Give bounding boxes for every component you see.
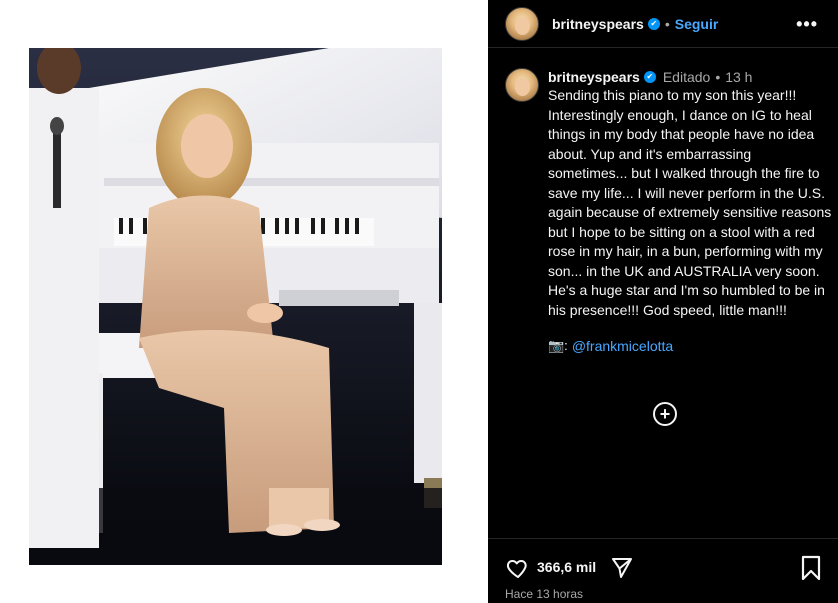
post-image[interactable] [29,48,442,565]
follow-button[interactable]: Seguir [675,16,719,32]
post-time[interactable]: 13 h [725,69,752,85]
author-username[interactable]: britneyspears [552,16,644,32]
post-age: Hace 13 horas [505,587,584,601]
plus-circle-icon[interactable]: + [653,402,677,426]
caption-block: britneyspears ✔ Editado • 13 h Sending t… [548,68,833,354]
caption-text: Sending this piano to my son this year!!… [548,87,836,318]
heart-icon[interactable] [505,556,531,580]
more-options-icon[interactable]: ••• [796,14,818,35]
credit-handle-link[interactable]: @frankmicelotta [572,338,673,354]
camera-icon: 📷: [548,338,568,353]
header-dot-separator: • [664,15,670,32]
edited-label: Editado [662,69,711,85]
post-header: britneyspears ✔ • Seguir ••• [488,0,838,48]
caption-dot-separator: • [715,69,721,85]
post-panel: britneyspears ✔ • Seguir ••• britneyspea… [488,0,838,603]
photo-pane [0,0,488,603]
post-image-art [29,48,442,565]
verified-badge-icon: ✔ [643,71,656,83]
caption-header: britneyspears ✔ Editado • 13 h [548,68,833,86]
like-count[interactable]: 366,6 mil [537,559,596,575]
bookmark-icon[interactable] [800,555,822,581]
paper-plane-icon[interactable] [610,556,634,580]
caption-author-avatar[interactable] [505,68,539,102]
photo-credit: 📷: @frankmicelotta [548,338,833,354]
author-avatar[interactable] [505,6,539,41]
verified-badge-icon: ✔ [647,17,660,30]
caption-username[interactable]: britneyspears [548,69,640,85]
